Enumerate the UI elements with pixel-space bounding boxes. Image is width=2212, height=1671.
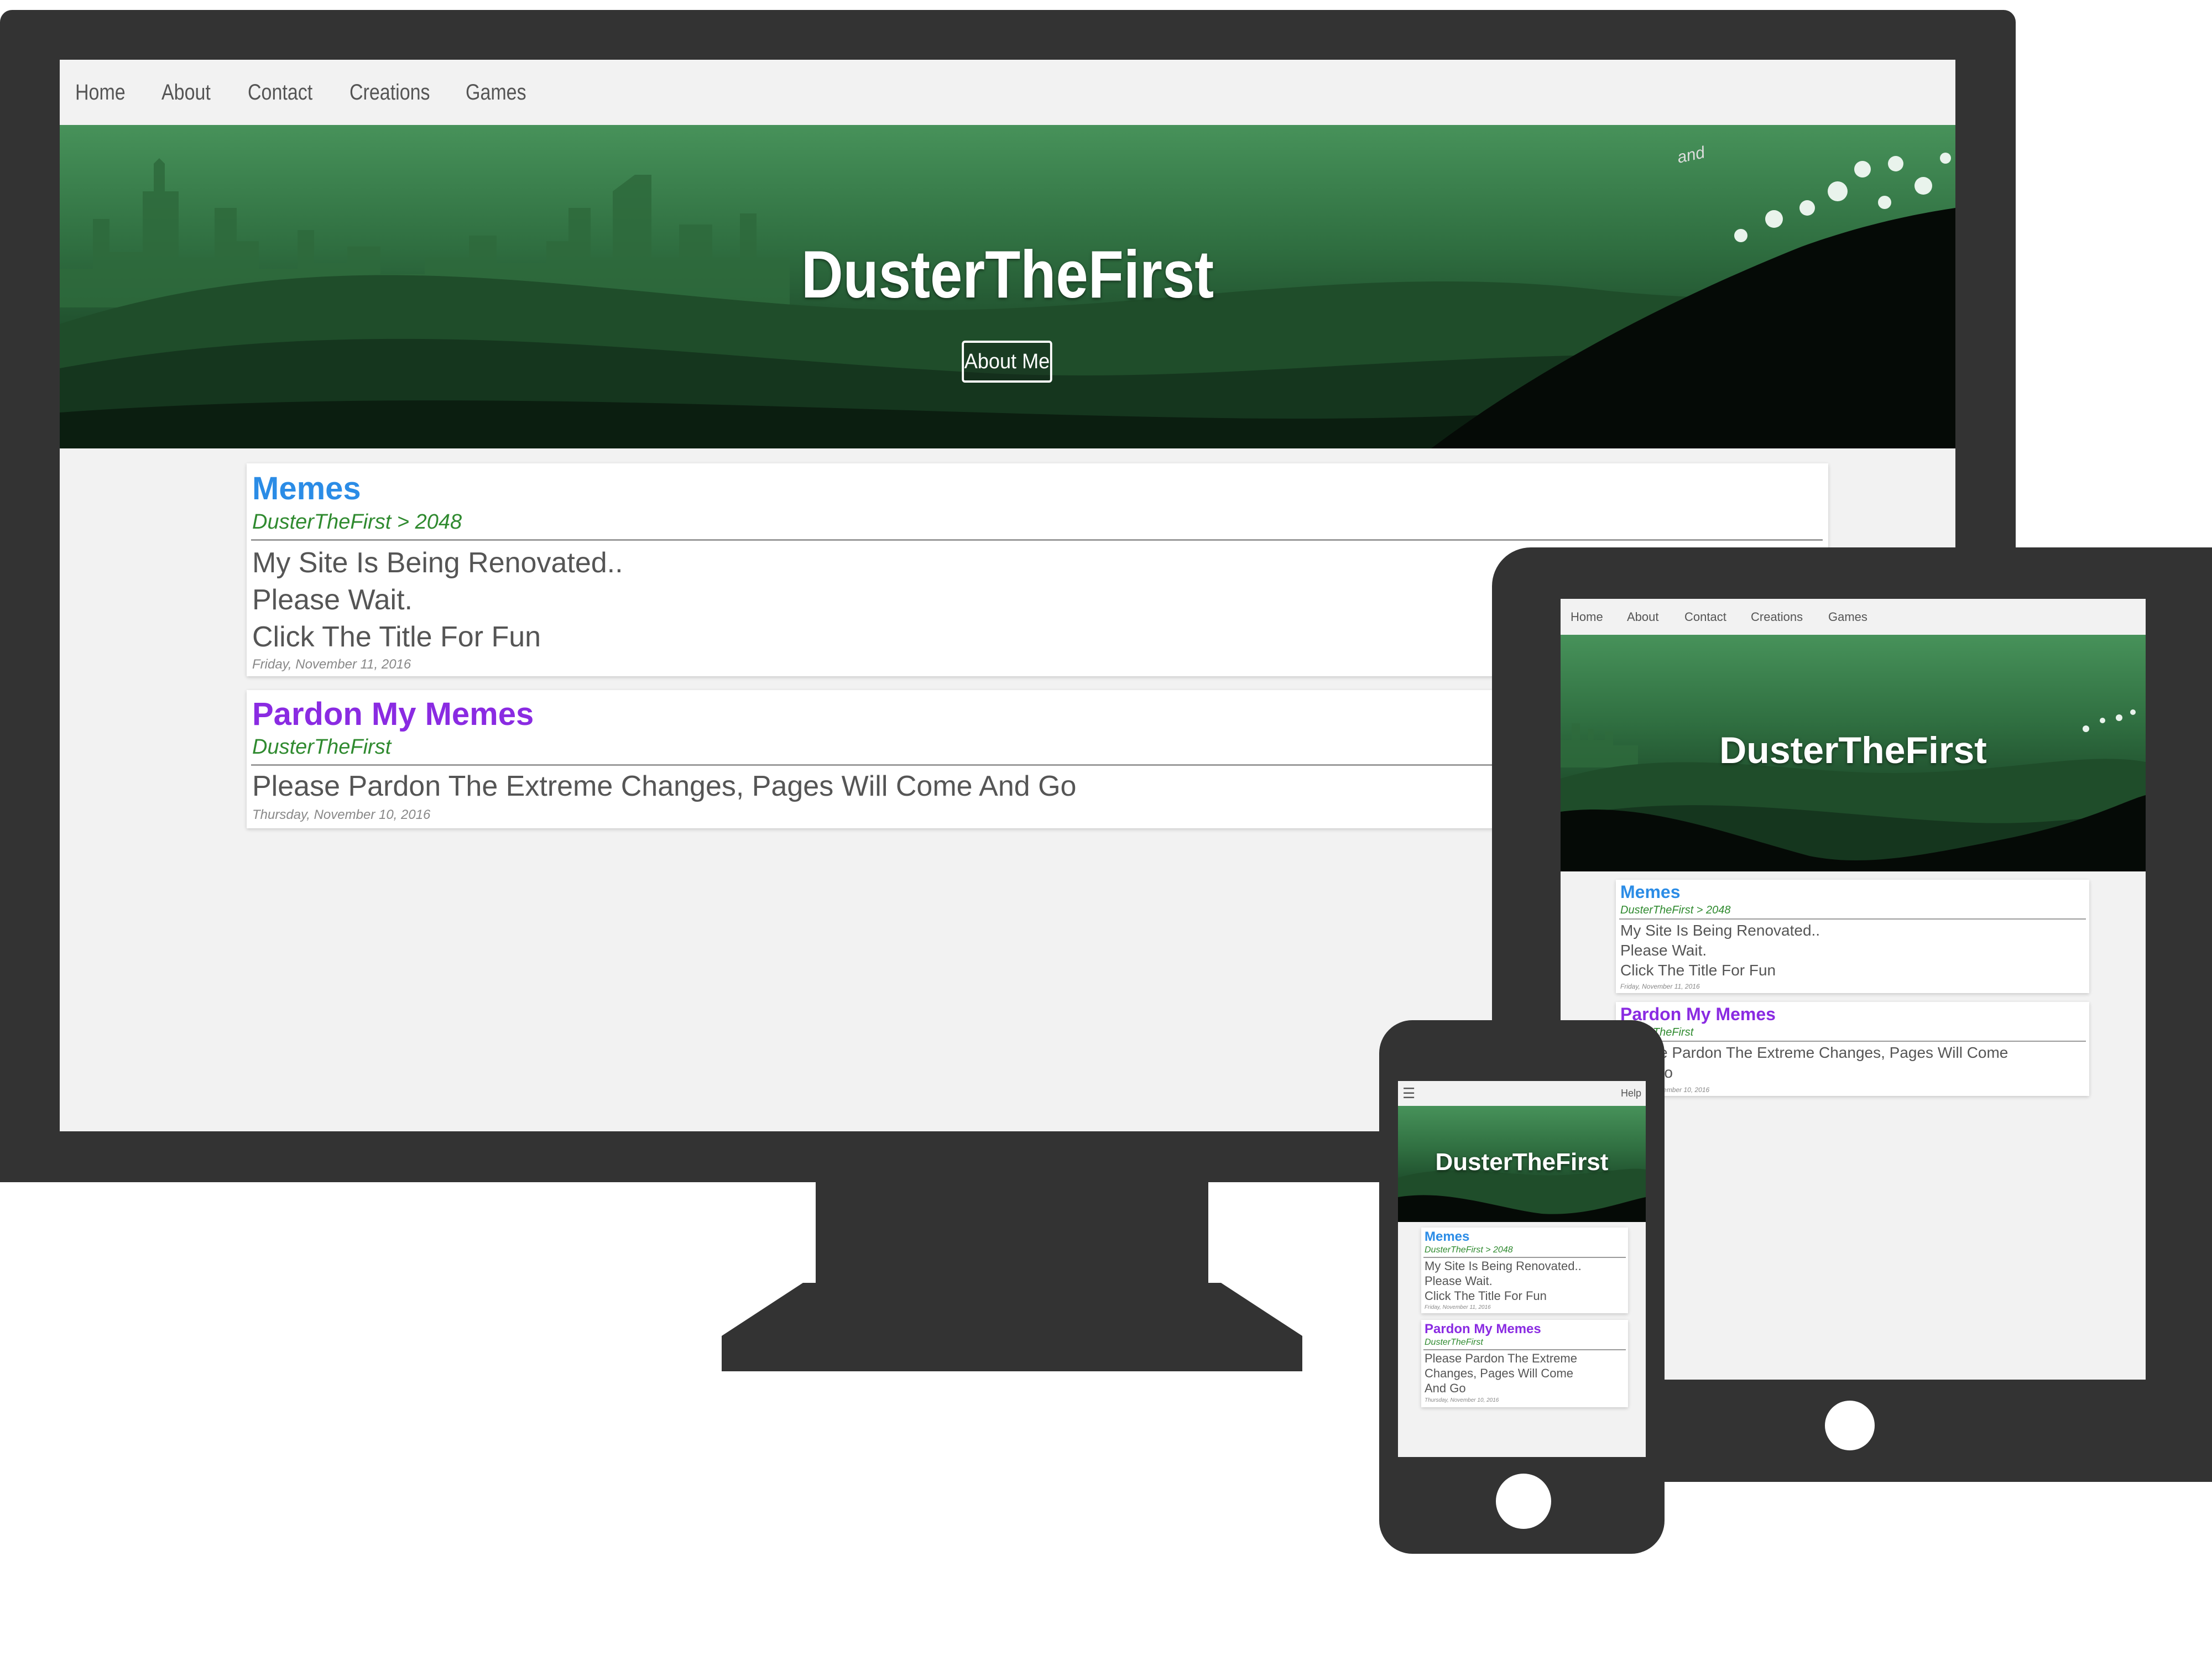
- post-body-line: Changes, Pages Will Come: [1425, 1366, 1574, 1380]
- post-divider: [1619, 918, 2086, 920]
- post-date: Friday, November 11, 2016: [252, 657, 411, 672]
- post-date: Friday, November 11, 2016: [1425, 1304, 1491, 1310]
- post-body-line: Please Wait.: [1425, 1274, 1493, 1288]
- phone-nav-bar: ☰ Help: [1398, 1081, 1646, 1106]
- hero-title: DusterTheFirst: [801, 237, 1214, 312]
- post-date: Thursday, November 10, 2016: [252, 807, 431, 822]
- post-body-line: Click The Title For Fun: [1620, 962, 1776, 979]
- post-card-pardon: Pardon My Memes DusterTheFirst Please Pa…: [1616, 1002, 2089, 1096]
- post-divider: [251, 539, 1823, 541]
- phone-home-button[interactable]: [1496, 1474, 1551, 1529]
- nav-games[interactable]: Games: [466, 80, 526, 105]
- nav-contact[interactable]: Contact: [248, 80, 334, 105]
- post-divider: [1619, 1041, 2086, 1042]
- post-title[interactable]: Pardon My Memes: [1620, 1004, 1776, 1025]
- post-body-line: Please Wait.: [252, 584, 413, 616]
- post-body-line: Click The Title For Fun: [1425, 1289, 1547, 1303]
- post-date: Friday, November 11, 2016: [1620, 983, 1700, 990]
- monitor-foot: [722, 1283, 1302, 1371]
- hamburger-menu-icon[interactable]: ☰: [1402, 1085, 1415, 1102]
- nav-help[interactable]: Help: [1621, 1088, 1641, 1099]
- hero-title: DusterTheFirst: [1719, 729, 1987, 771]
- post-title[interactable]: Memes: [252, 470, 361, 507]
- nav-contact[interactable]: Contact: [1684, 610, 1751, 624]
- desktop-nav-bar: Home About Contact Creations Games: [60, 60, 1955, 125]
- post-title[interactable]: Pardon My Memes: [1425, 1322, 1541, 1337]
- nav-creations[interactable]: Creations: [1751, 610, 1828, 624]
- post-divider: [1423, 1349, 1626, 1350]
- hero-title: DusterTheFirst: [1435, 1148, 1609, 1176]
- post-body-line: Please Pardon The Extreme: [1425, 1351, 1577, 1365]
- post-body-line: Please Pardon The Extreme Changes, Pages…: [252, 770, 1077, 802]
- nav-about[interactable]: About: [161, 80, 235, 105]
- post-body-line: And Go: [1425, 1381, 1466, 1395]
- post-card-pardon: Pardon My Memes DusterTheFirst Please Pa…: [1421, 1320, 1628, 1407]
- phone-hero-banner: DusterTheFirst: [1398, 1106, 1646, 1222]
- post-subtitle: DusterTheFirst: [252, 735, 392, 759]
- post-date: Thursday, November 10, 2016: [1425, 1397, 1499, 1403]
- nav-about[interactable]: About: [1627, 610, 1684, 624]
- post-card-memes: Memes DusterTheFirst > 2048 My Site Is B…: [1616, 880, 2089, 993]
- nav-games[interactable]: Games: [1828, 610, 1867, 624]
- desktop-hero-banner: and DusterTheFirst About Me: [60, 125, 1955, 448]
- post-body-line: My Site Is Being Renovated..: [1620, 922, 1820, 939]
- tablet-hero-banner: DusterTheFirst: [1561, 635, 2146, 871]
- tablet-home-button[interactable]: [1825, 1401, 1875, 1450]
- post-subtitle: DusterTheFirst > 2048: [1620, 904, 1731, 916]
- post-body-line: Click The Title For Fun: [252, 621, 541, 653]
- post-divider: [1423, 1257, 1626, 1258]
- nav-creations[interactable]: Creations: [349, 80, 448, 105]
- post-title[interactable]: Memes: [1425, 1229, 1469, 1245]
- post-subtitle: DusterTheFirst: [1425, 1338, 1483, 1347]
- post-title[interactable]: Memes: [1620, 882, 1681, 902]
- nav-home[interactable]: Home: [75, 80, 149, 105]
- post-body-line: My Site Is Being Renovated..: [1425, 1259, 1582, 1273]
- post-title[interactable]: Pardon My Memes: [252, 696, 534, 733]
- post-body-line: Please Wait.: [1620, 942, 1707, 959]
- post-card-memes: Memes DusterTheFirst > 2048 My Site Is B…: [1421, 1228, 1628, 1313]
- tablet-nav-bar: Home About Contact Creations Games: [1561, 599, 2146, 635]
- post-subtitle: DusterTheFirst > 2048: [252, 510, 462, 534]
- post-body-line: Please Pardon The Extreme Changes, Pages…: [1620, 1044, 2008, 1061]
- post-subtitle: DusterTheFirst > 2048: [1425, 1245, 1513, 1255]
- about-me-button[interactable]: About Me: [962, 341, 1052, 383]
- nav-home[interactable]: Home: [1571, 610, 1627, 624]
- phone-screen: ☰ Help DusterTheFirst Memes DusterTheFir…: [1398, 1081, 1646, 1457]
- post-body-line: My Site Is Being Renovated..: [252, 547, 623, 579]
- monitor-neck: [816, 1178, 1208, 1288]
